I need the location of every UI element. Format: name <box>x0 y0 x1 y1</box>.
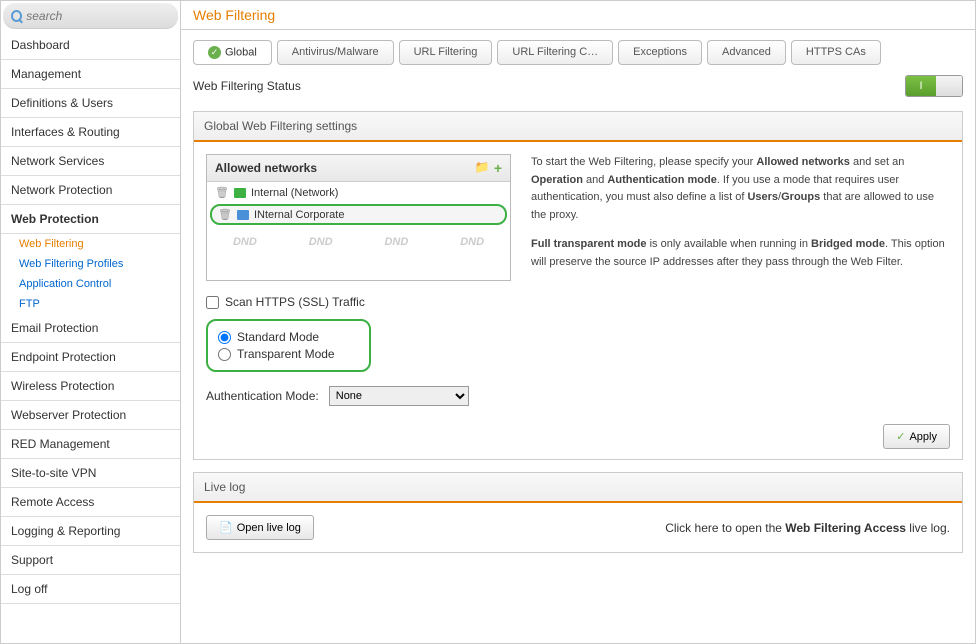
search-input[interactable] <box>26 9 170 23</box>
tab-global[interactable]: ✓ Global <box>193 40 272 65</box>
livelog-panel: Live log 📄 Open live log Click here to o… <box>193 472 963 553</box>
allowed-networks-label: Allowed networks <box>215 161 317 175</box>
search-icon <box>11 10 22 22</box>
open-live-log-button[interactable]: 📄 Open live log <box>206 515 314 540</box>
network-item-internal[interactable]: 🗑 Internal (Network) <box>207 182 510 203</box>
delete-icon[interactable]: 🗑 <box>218 208 232 221</box>
sidebar-item-management[interactable]: Management <box>1 60 180 89</box>
help-text: To start the Web Filtering, please speci… <box>531 154 950 406</box>
transparent-mode-radio[interactable] <box>218 348 231 361</box>
tab-advanced[interactable]: Advanced <box>707 40 786 65</box>
sidebar-item-logging-reporting[interactable]: Logging & Reporting <box>1 517 180 546</box>
sidebar-item-dashboard[interactable]: Dashboard <box>1 31 180 60</box>
transparent-mode-label: Transparent Mode <box>237 347 335 361</box>
standard-mode-label: Standard Mode <box>237 330 319 344</box>
dnd-text: DND <box>233 236 257 248</box>
status-toggle[interactable]: I <box>905 75 963 97</box>
dnd-text: DND <box>384 236 408 248</box>
sidebar-item-network-services[interactable]: Network Services <box>1 147 180 176</box>
status-label: Web Filtering Status <box>193 79 301 93</box>
network-name: Internal (Network) <box>251 187 338 199</box>
folder-icon[interactable]: 📁 <box>475 160 490 176</box>
allowed-networks-box: Allowed networks 📁 + 🗑 Internal (Network… <box>206 154 511 281</box>
dnd-text: DND <box>309 236 333 248</box>
page-title: Web Filtering <box>181 1 975 30</box>
sidebar-item-email-protection[interactable]: Email Protection <box>1 314 180 343</box>
sidebar-item-red-management[interactable]: RED Management <box>1 430 180 459</box>
auth-mode-label: Authentication Mode: <box>206 389 319 403</box>
open-live-log-label: Open live log <box>237 522 301 534</box>
network-icon <box>237 210 249 220</box>
sidebar-item-remote-access[interactable]: Remote Access <box>1 488 180 517</box>
tab-antivirus[interactable]: Antivirus/Malware <box>277 40 394 65</box>
main-content: Web Filtering ✓ Global Antivirus/Malware … <box>181 1 975 643</box>
sidebar-item-endpoint-protection[interactable]: Endpoint Protection <box>1 343 180 372</box>
sidebar-sub-web-filtering-profiles[interactable]: Web Filtering Profiles <box>1 254 180 274</box>
tab-url-filtering-c[interactable]: URL Filtering C… <box>497 40 613 65</box>
sidebar-item-definitions-users[interactable]: Definitions & Users <box>1 89 180 118</box>
standard-mode-radio[interactable] <box>218 331 231 344</box>
scan-https-checkbox[interactable] <box>206 296 219 309</box>
sidebar: Dashboard Management Definitions & Users… <box>1 1 181 643</box>
livelog-text: Click here to open the Web Filtering Acc… <box>665 521 950 535</box>
document-icon: 📄 <box>219 521 233 534</box>
delete-icon[interactable]: 🗑 <box>215 186 229 199</box>
livelog-header: Live log <box>194 473 962 503</box>
sidebar-item-support[interactable]: Support <box>1 546 180 575</box>
mode-radio-group: Standard Mode Transparent Mode <box>206 319 371 372</box>
sidebar-item-web-protection[interactable]: Web Protection <box>1 205 180 234</box>
network-name: INternal Corporate <box>254 209 345 221</box>
settings-panel: Global Web Filtering settings Allowed ne… <box>193 111 963 460</box>
tabs: ✓ Global Antivirus/Malware URL Filtering … <box>193 40 963 65</box>
toggle-on-label: I <box>906 76 936 96</box>
check-icon: ✓ <box>896 430 905 443</box>
search-box[interactable] <box>3 3 178 29</box>
dnd-placeholder: DND DND DND DND <box>207 226 510 258</box>
tab-url-filtering[interactable]: URL Filtering <box>399 40 493 65</box>
auth-mode-select[interactable]: None <box>329 386 469 406</box>
tab-label: Global <box>225 46 257 58</box>
tab-exceptions[interactable]: Exceptions <box>618 40 702 65</box>
sidebar-item-interfaces-routing[interactable]: Interfaces & Routing <box>1 118 180 147</box>
check-icon: ✓ <box>208 46 221 59</box>
toggle-handle <box>936 76 962 96</box>
network-icon <box>234 188 246 198</box>
sidebar-sub-web-filtering[interactable]: Web Filtering <box>1 234 180 254</box>
sidebar-item-log-off[interactable]: Log off <box>1 575 180 604</box>
sidebar-sub-ftp[interactable]: FTP <box>1 294 180 314</box>
sidebar-item-wireless-protection[interactable]: Wireless Protection <box>1 372 180 401</box>
sidebar-item-webserver-protection[interactable]: Webserver Protection <box>1 401 180 430</box>
apply-button[interactable]: ✓ Apply <box>883 424 950 449</box>
dnd-placeholder: DND <box>207 258 510 280</box>
tab-https-cas[interactable]: HTTPS CAs <box>791 40 881 65</box>
dnd-text: DND <box>460 236 484 248</box>
scan-https-label: Scan HTTPS (SSL) Traffic <box>225 295 365 309</box>
network-item-internal-corporate[interactable]: 🗑 INternal Corporate <box>210 204 507 225</box>
sidebar-sub-application-control[interactable]: Application Control <box>1 274 180 294</box>
settings-panel-header: Global Web Filtering settings <box>194 112 962 142</box>
sidebar-item-network-protection[interactable]: Network Protection <box>1 176 180 205</box>
add-network-icon[interactable]: + <box>494 160 502 176</box>
apply-label: Apply <box>909 431 937 443</box>
sidebar-item-site-to-site-vpn[interactable]: Site-to-site VPN <box>1 459 180 488</box>
